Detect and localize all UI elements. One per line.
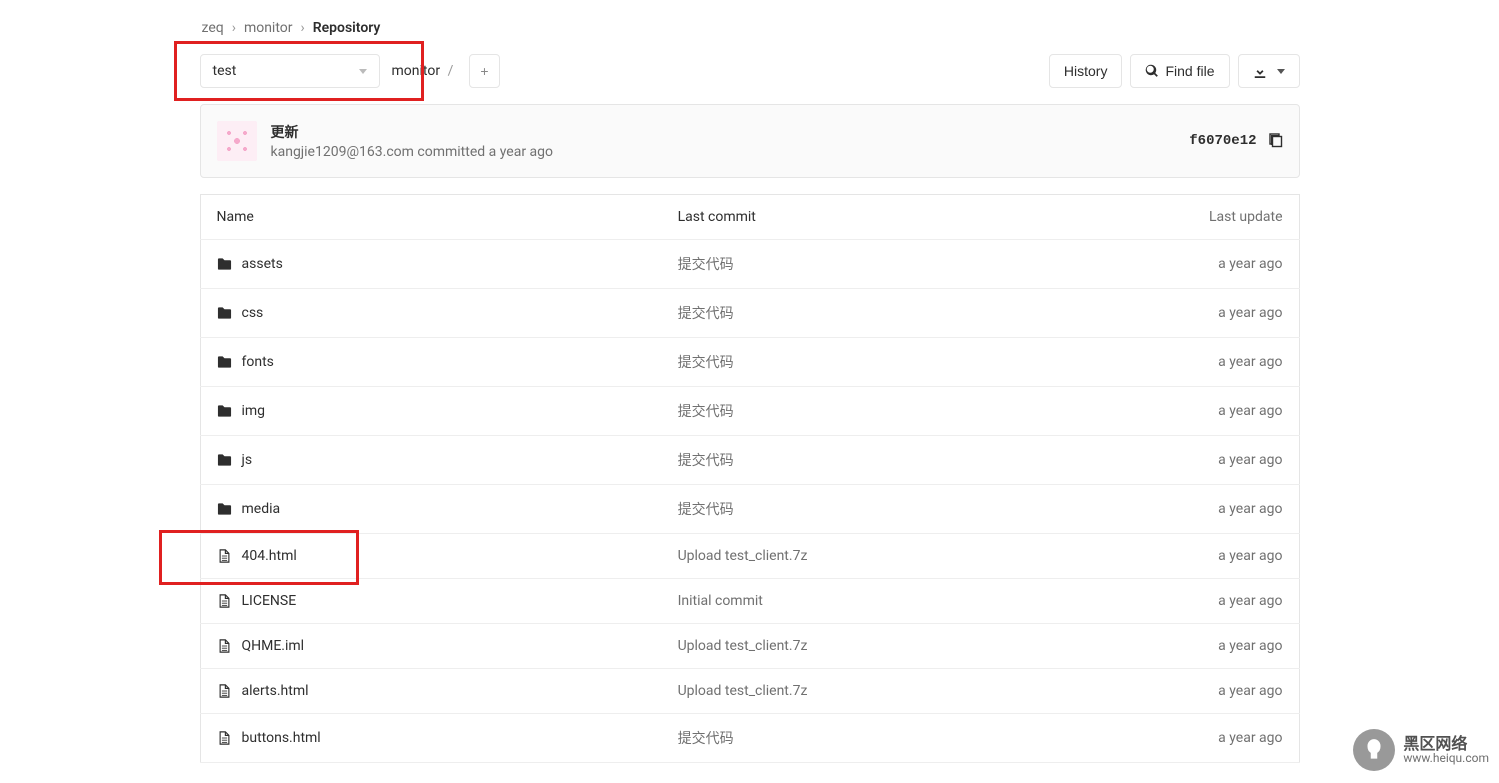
last-commit-cell[interactable]: Upload test_client.7z: [662, 624, 1102, 669]
th-last-update: Last update: [1101, 195, 1299, 240]
last-update-cell: a year ago: [1101, 240, 1299, 289]
path-separator: /: [448, 63, 454, 79]
plus-icon: +: [480, 63, 488, 79]
last-commit-cell[interactable]: 提交代码: [662, 289, 1102, 338]
folder-icon: [217, 355, 232, 369]
last-commit-cell[interactable]: 提交代码: [662, 338, 1102, 387]
last-update-cell: a year ago: [1101, 579, 1299, 624]
file-name-cell[interactable]: js: [200, 436, 662, 485]
last-commit-cell[interactable]: 提交代码: [662, 240, 1102, 289]
file-name-label: media: [242, 501, 281, 517]
breadcrumb-seg-2[interactable]: monitor: [244, 20, 293, 36]
table-row[interactable]: QHME.iml Upload test_client.7za year ago: [200, 624, 1299, 669]
avatar: [217, 121, 257, 161]
th-last-commit: Last commit: [662, 195, 1102, 240]
table-row[interactable]: buttons.html 提交代码a year ago: [200, 714, 1299, 763]
breadcrumb-current: Repository: [313, 20, 381, 36]
file-name-cell[interactable]: QHME.iml: [200, 624, 662, 669]
search-icon: [1145, 64, 1159, 78]
last-update-cell: a year ago: [1101, 338, 1299, 387]
commit-meta: kangjie1209@163.com committed a year ago: [271, 144, 554, 160]
last-update-cell: a year ago: [1101, 436, 1299, 485]
file-name-cell[interactable]: fonts: [200, 338, 662, 387]
last-commit-cell[interactable]: 提交代码: [662, 714, 1102, 763]
chevron-down-icon: [359, 69, 367, 74]
last-commit-card: 更新 kangjie1209@163.com committed a year …: [200, 104, 1300, 178]
file-icon: [217, 594, 232, 608]
folder-icon: [217, 257, 232, 271]
file-name-label: fonts: [242, 354, 274, 370]
watermark-url: www.heiqu.com: [1403, 752, 1489, 765]
folder-icon: [217, 453, 232, 467]
file-name-cell[interactable]: 404.html: [200, 534, 662, 579]
file-name-label: css: [242, 305, 264, 321]
chevron-right-icon: ›: [301, 20, 305, 36]
last-commit-cell[interactable]: 提交代码: [662, 387, 1102, 436]
branch-selected-label: test: [213, 63, 237, 79]
last-update-cell: a year ago: [1101, 387, 1299, 436]
download-icon: [1253, 64, 1267, 78]
file-name-cell[interactable]: LICENSE: [200, 579, 662, 624]
file-icon: [217, 549, 232, 563]
file-name-label: assets: [242, 256, 283, 272]
file-name-cell[interactable]: css: [200, 289, 662, 338]
find-file-button[interactable]: Find file: [1130, 54, 1229, 88]
folder-icon: [217, 306, 232, 320]
last-update-cell: a year ago: [1101, 714, 1299, 763]
breadcrumb: zeq › monitor › Repository: [200, 20, 1300, 36]
chevron-right-icon: ›: [232, 20, 236, 36]
file-name-cell[interactable]: assets: [200, 240, 662, 289]
path-segment[interactable]: monitor /: [392, 63, 458, 79]
table-row[interactable]: media 提交代码a year ago: [200, 485, 1299, 534]
last-update-cell: a year ago: [1101, 624, 1299, 669]
last-commit-cell[interactable]: Upload test_client.7z: [662, 669, 1102, 714]
table-row[interactable]: LICENSE Initial commita year ago: [200, 579, 1299, 624]
last-commit-cell[interactable]: 提交代码: [662, 436, 1102, 485]
watermark: 黑区网络 www.heiqu.com: [1353, 729, 1489, 771]
file-name-cell[interactable]: img: [200, 387, 662, 436]
history-button[interactable]: History: [1049, 54, 1123, 88]
commit-sha[interactable]: f6070e12: [1189, 133, 1256, 149]
file-name-label: QHME.iml: [242, 638, 305, 654]
file-icon: [217, 639, 232, 653]
last-commit-cell[interactable]: Initial commit: [662, 579, 1102, 624]
file-table: Name Last commit Last update assets提交代码a…: [200, 194, 1300, 763]
caret-down-icon: [1277, 69, 1285, 74]
file-icon: [217, 684, 232, 698]
file-name-label: img: [242, 403, 266, 419]
table-row[interactable]: assets 提交代码a year ago: [200, 240, 1299, 289]
table-row[interactable]: 404.html Upload test_client.7za year ago: [200, 534, 1299, 579]
watermark-title: 黑区网络: [1403, 735, 1489, 753]
file-name-label: LICENSE: [242, 593, 297, 609]
file-icon: [217, 731, 232, 745]
table-row[interactable]: js 提交代码a year ago: [200, 436, 1299, 485]
table-row[interactable]: alerts.html Upload test_client.7za year a…: [200, 669, 1299, 714]
file-name-cell[interactable]: buttons.html: [200, 714, 662, 763]
table-row[interactable]: img 提交代码a year ago: [200, 387, 1299, 436]
download-button[interactable]: [1238, 54, 1300, 88]
table-row[interactable]: fonts 提交代码a year ago: [200, 338, 1299, 387]
branch-select[interactable]: test: [200, 54, 380, 88]
commit-title[interactable]: 更新: [271, 122, 554, 142]
th-name: Name: [200, 195, 662, 240]
folder-icon: [217, 502, 232, 516]
last-commit-cell[interactable]: Upload test_client.7z: [662, 534, 1102, 579]
last-update-cell: a year ago: [1101, 485, 1299, 534]
copy-icon[interactable]: [1267, 133, 1283, 149]
last-commit-cell[interactable]: 提交代码: [662, 485, 1102, 534]
file-name-label: buttons.html: [242, 730, 321, 746]
breadcrumb-seg-1[interactable]: zeq: [202, 20, 224, 36]
last-update-cell: a year ago: [1101, 289, 1299, 338]
table-row[interactable]: css 提交代码a year ago: [200, 289, 1299, 338]
file-name-label: js: [242, 452, 253, 468]
last-update-cell: a year ago: [1101, 534, 1299, 579]
last-update-cell: a year ago: [1101, 669, 1299, 714]
file-name-cell[interactable]: media: [200, 485, 662, 534]
add-button[interactable]: +: [469, 54, 499, 88]
file-name-cell[interactable]: alerts.html: [200, 669, 662, 714]
file-name-label: 404.html: [242, 548, 297, 564]
folder-icon: [217, 404, 232, 418]
file-name-label: alerts.html: [242, 683, 309, 699]
watermark-logo-icon: [1353, 729, 1395, 771]
